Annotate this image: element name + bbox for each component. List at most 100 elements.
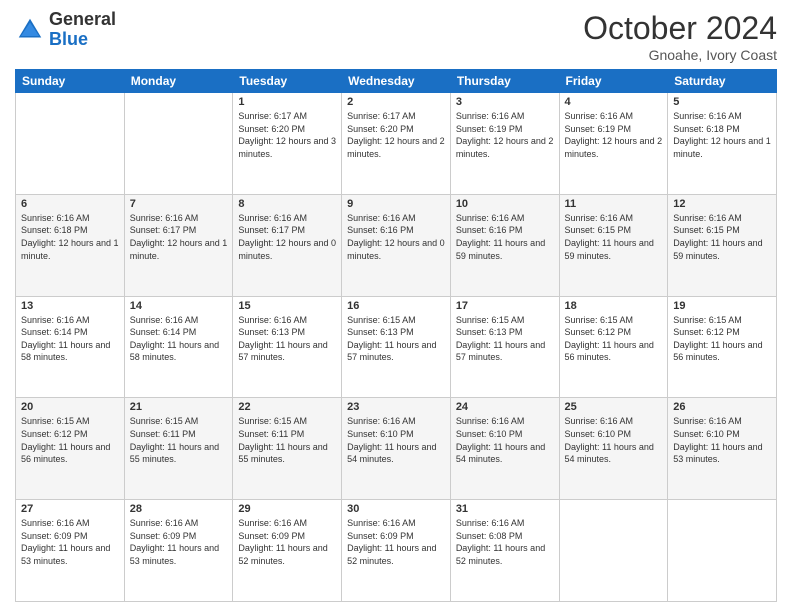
day-number: 30 (347, 503, 445, 515)
cell-content: Sunrise: 6:16 AM Sunset: 6:19 PM Dayligh… (456, 110, 554, 160)
day-number: 1 (238, 96, 336, 108)
day-number: 19 (673, 300, 771, 312)
logo-text: General Blue (49, 10, 116, 50)
day-number: 5 (673, 96, 771, 108)
day-number: 12 (673, 198, 771, 210)
calendar-week-row: 1 Sunrise: 6:17 AM Sunset: 6:20 PM Daylig… (16, 93, 777, 195)
cell-content: Sunrise: 6:16 AM Sunset: 6:18 PM Dayligh… (21, 212, 119, 262)
cell-content: Sunrise: 6:15 AM Sunset: 6:12 PM Dayligh… (21, 415, 119, 465)
calendar-header-row: Sunday Monday Tuesday Wednesday Thursday… (16, 70, 777, 93)
col-monday: Monday (124, 70, 233, 93)
cell-content: Sunrise: 6:16 AM Sunset: 6:17 PM Dayligh… (130, 212, 228, 262)
cell-content: Sunrise: 6:16 AM Sunset: 6:09 PM Dayligh… (130, 517, 228, 567)
cell-content: Sunrise: 6:16 AM Sunset: 6:13 PM Dayligh… (238, 314, 336, 364)
calendar-week-row: 6 Sunrise: 6:16 AM Sunset: 6:18 PM Daylig… (16, 194, 777, 296)
calendar-week-row: 27 Sunrise: 6:16 AM Sunset: 6:09 PM Dayli… (16, 500, 777, 602)
col-thursday: Thursday (450, 70, 559, 93)
cell-content: Sunrise: 6:16 AM Sunset: 6:16 PM Dayligh… (347, 212, 445, 262)
cell-content: Sunrise: 6:16 AM Sunset: 6:08 PM Dayligh… (456, 517, 554, 567)
calendar-cell: 29Sunrise: 6:16 AM Sunset: 6:09 PM Dayli… (233, 500, 342, 602)
day-number: 11 (565, 198, 663, 210)
col-tuesday: Tuesday (233, 70, 342, 93)
cell-content: Sunrise: 6:17 AM Sunset: 6:20 PM Dayligh… (347, 110, 445, 160)
day-number: 23 (347, 401, 445, 413)
cell-content: Sunrise: 6:16 AM Sunset: 6:14 PM Dayligh… (21, 314, 119, 364)
day-number: 31 (456, 503, 554, 515)
calendar-cell: 11 Sunrise: 6:16 AM Sunset: 6:15 PM Dayli… (559, 194, 668, 296)
day-number: 2 (347, 96, 445, 108)
cell-content: Sunrise: 6:16 AM Sunset: 6:14 PM Dayligh… (130, 314, 228, 364)
logo-blue: Blue (49, 29, 88, 49)
day-number: 25 (565, 401, 663, 413)
calendar-cell: 10Sunrise: 6:16 AM Sunset: 6:16 PM Dayli… (450, 194, 559, 296)
day-number: 24 (456, 401, 554, 413)
logo-general: General (49, 9, 116, 29)
day-number: 13 (21, 300, 119, 312)
day-number: 3 (456, 96, 554, 108)
cell-content: Sunrise: 6:17 AM Sunset: 6:20 PM Dayligh… (238, 110, 336, 160)
header: General Blue October 2024 Gnoahe, Ivory … (15, 10, 777, 63)
day-number: 18 (565, 300, 663, 312)
logo-icon (15, 15, 45, 45)
calendar-cell: 9 Sunrise: 6:16 AM Sunset: 6:16 PM Daylig… (342, 194, 451, 296)
calendar-cell: 14 Sunrise: 6:16 AM Sunset: 6:14 PM Dayli… (124, 296, 233, 398)
calendar-cell: 1 Sunrise: 6:17 AM Sunset: 6:20 PM Daylig… (233, 93, 342, 195)
day-number: 14 (130, 300, 228, 312)
cell-content: Sunrise: 6:15 AM Sunset: 6:12 PM Dayligh… (565, 314, 663, 364)
calendar-cell (16, 93, 125, 195)
calendar-cell (668, 500, 777, 602)
calendar-cell: 19 Sunrise: 6:15 AM Sunset: 6:12 PM Dayli… (668, 296, 777, 398)
cell-content: Sunrise: 6:15 AM Sunset: 6:11 PM Dayligh… (130, 415, 228, 465)
cell-content: Sunrise: 6:16 AM Sunset: 6:10 PM Dayligh… (347, 415, 445, 465)
day-number: 4 (565, 96, 663, 108)
day-number: 8 (238, 198, 336, 210)
calendar-cell: 18 Sunrise: 6:15 AM Sunset: 6:12 PM Dayli… (559, 296, 668, 398)
calendar-cell: 13 Sunrise: 6:16 AM Sunset: 6:14 PM Dayli… (16, 296, 125, 398)
day-number: 6 (21, 198, 119, 210)
calendar-cell: 5 Sunrise: 6:16 AM Sunset: 6:18 PM Daylig… (668, 93, 777, 195)
col-friday: Friday (559, 70, 668, 93)
calendar-cell: 24Sunrise: 6:16 AM Sunset: 6:10 PM Dayli… (450, 398, 559, 500)
calendar-cell: 31 Sunrise: 6:16 AM Sunset: 6:08 PM Dayli… (450, 500, 559, 602)
col-sunday: Sunday (16, 70, 125, 93)
calendar-cell (559, 500, 668, 602)
cell-content: Sunrise: 6:15 AM Sunset: 6:12 PM Dayligh… (673, 314, 771, 364)
page: General Blue October 2024 Gnoahe, Ivory … (0, 0, 792, 612)
calendar-cell: 7 Sunrise: 6:16 AM Sunset: 6:17 PM Daylig… (124, 194, 233, 296)
day-number: 15 (238, 300, 336, 312)
calendar-cell: 30Sunrise: 6:16 AM Sunset: 6:09 PM Dayli… (342, 500, 451, 602)
calendar-cell: 12 Sunrise: 6:16 AM Sunset: 6:15 PM Dayli… (668, 194, 777, 296)
day-number: 9 (347, 198, 445, 210)
cell-content: Sunrise: 6:16 AM Sunset: 6:19 PM Dayligh… (565, 110, 663, 160)
calendar-cell: 26Sunrise: 6:16 AM Sunset: 6:10 PM Dayli… (668, 398, 777, 500)
cell-content: Sunrise: 6:15 AM Sunset: 6:13 PM Dayligh… (347, 314, 445, 364)
calendar-cell: 15 Sunrise: 6:16 AM Sunset: 6:13 PM Dayli… (233, 296, 342, 398)
cell-content: Sunrise: 6:16 AM Sunset: 6:18 PM Dayligh… (673, 110, 771, 160)
day-number: 21 (130, 401, 228, 413)
calendar-cell (124, 93, 233, 195)
calendar-cell: 20 Sunrise: 6:15 AM Sunset: 6:12 PM Dayli… (16, 398, 125, 500)
day-number: 7 (130, 198, 228, 210)
calendar-cell: 22 Sunrise: 6:15 AM Sunset: 6:11 PM Dayli… (233, 398, 342, 500)
calendar-cell: 3 Sunrise: 6:16 AM Sunset: 6:19 PM Daylig… (450, 93, 559, 195)
col-wednesday: Wednesday (342, 70, 451, 93)
day-number: 17 (456, 300, 554, 312)
day-number: 20 (21, 401, 119, 413)
calendar-cell: 2 Sunrise: 6:17 AM Sunset: 6:20 PM Daylig… (342, 93, 451, 195)
day-number: 16 (347, 300, 445, 312)
calendar-cell: 6 Sunrise: 6:16 AM Sunset: 6:18 PM Daylig… (16, 194, 125, 296)
cell-content: Sunrise: 6:16 AM Sunset: 6:15 PM Dayligh… (673, 212, 771, 262)
calendar-week-row: 20 Sunrise: 6:15 AM Sunset: 6:12 PM Dayli… (16, 398, 777, 500)
calendar-week-row: 13 Sunrise: 6:16 AM Sunset: 6:14 PM Dayli… (16, 296, 777, 398)
calendar-cell: 25 Sunrise: 6:16 AM Sunset: 6:10 PM Dayli… (559, 398, 668, 500)
cell-content: Sunrise: 6:16 AM Sunset: 6:10 PM Dayligh… (673, 415, 771, 465)
day-number: 27 (21, 503, 119, 515)
day-number: 22 (238, 401, 336, 413)
cell-content: Sunrise: 6:15 AM Sunset: 6:11 PM Dayligh… (238, 415, 336, 465)
cell-content: Sunrise: 6:16 AM Sunset: 6:17 PM Dayligh… (238, 212, 336, 262)
cell-content: Sunrise: 6:16 AM Sunset: 6:10 PM Dayligh… (565, 415, 663, 465)
cell-content: Sunrise: 6:16 AM Sunset: 6:15 PM Dayligh… (565, 212, 663, 262)
calendar-cell: 8 Sunrise: 6:16 AM Sunset: 6:17 PM Daylig… (233, 194, 342, 296)
calendar-cell: 16 Sunrise: 6:15 AM Sunset: 6:13 PM Dayli… (342, 296, 451, 398)
logo: General Blue (15, 10, 116, 50)
